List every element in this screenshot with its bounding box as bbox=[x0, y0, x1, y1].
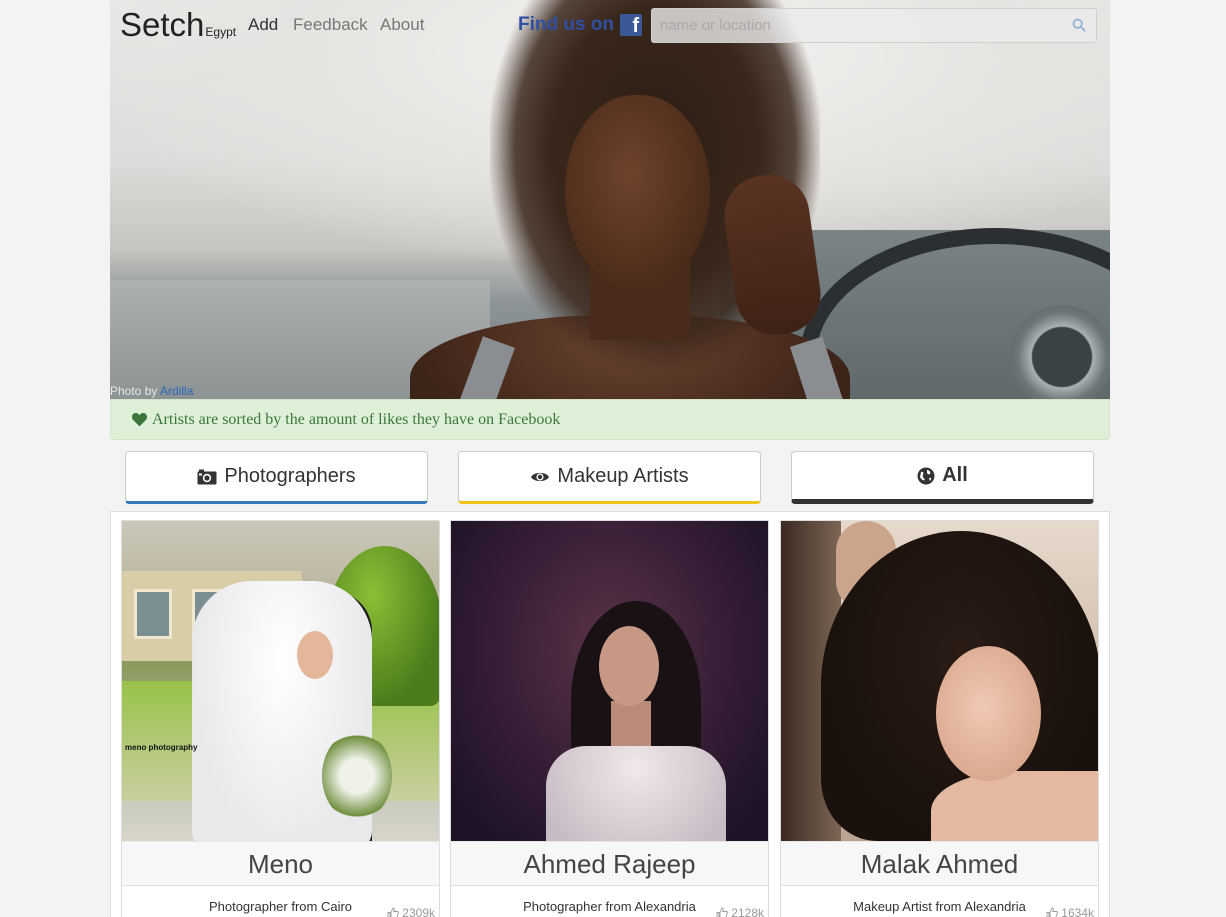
nav-link-about[interactable]: About bbox=[380, 15, 424, 35]
artist-photo bbox=[781, 521, 1098, 841]
search-input[interactable] bbox=[652, 9, 1062, 42]
photo-watermark: meno photography bbox=[125, 743, 198, 752]
artist-card[interactable]: Ahmed Rajeep Photographer from Alexandri… bbox=[450, 520, 769, 917]
sort-info-alert: Artists are sorted by the amount of like… bbox=[110, 399, 1110, 440]
find-us-on-facebook[interactable]: Find us on f bbox=[518, 14, 643, 36]
hero-image: Photo by Ardilla bbox=[110, 0, 1110, 399]
artist-card[interactable]: Malak Ahmed Makeup Artist from Alexandri… bbox=[780, 520, 1099, 917]
heart-icon bbox=[131, 412, 148, 427]
navbar: SetchEgypt Add Feedback About Find us on… bbox=[110, 0, 1110, 50]
thumbs-up-icon bbox=[716, 907, 729, 917]
artist-card[interactable]: meno photography Meno Photographer from … bbox=[121, 520, 440, 917]
eye-icon bbox=[530, 470, 550, 484]
thumbs-up-icon bbox=[1046, 907, 1059, 917]
page-container: Photo by Ardilla SetchEgypt Add Feedback… bbox=[110, 0, 1110, 917]
likes-count: 2309k bbox=[387, 906, 435, 917]
filter-photographers-button[interactable]: Photographers bbox=[125, 451, 428, 504]
artist-name: Ahmed Rajeep bbox=[451, 841, 768, 886]
nav-link-add[interactable]: Add bbox=[248, 15, 278, 35]
artist-name: Meno bbox=[122, 841, 439, 886]
alert-text: Artists are sorted by the amount of like… bbox=[152, 410, 561, 428]
search-icon[interactable] bbox=[1072, 18, 1086, 32]
photo-credit: Photo by Ardilla bbox=[110, 384, 194, 398]
facebook-icon: f bbox=[620, 14, 643, 36]
likes-count: 1634k bbox=[1046, 906, 1094, 917]
thumbs-up-icon bbox=[387, 907, 400, 917]
filter-all-button[interactable]: All bbox=[791, 451, 1094, 504]
artist-photo: meno photography bbox=[122, 521, 439, 841]
brand-logo[interactable]: SetchEgypt bbox=[120, 6, 236, 44]
camera-icon bbox=[197, 469, 217, 485]
likes-count: 2128k bbox=[716, 906, 764, 917]
photo-credit-link[interactable]: Ardilla bbox=[160, 384, 193, 398]
search-bar bbox=[651, 8, 1097, 43]
artist-name: Malak Ahmed bbox=[781, 841, 1098, 886]
brand-country: Egypt bbox=[205, 25, 237, 39]
artist-grid: meno photography Meno Photographer from … bbox=[110, 511, 1110, 917]
globe-icon bbox=[917, 467, 935, 485]
filter-makeup-artists-button[interactable]: Makeup Artists bbox=[458, 451, 761, 504]
nav-link-feedback[interactable]: Feedback bbox=[293, 15, 368, 35]
artist-photo bbox=[451, 521, 768, 841]
